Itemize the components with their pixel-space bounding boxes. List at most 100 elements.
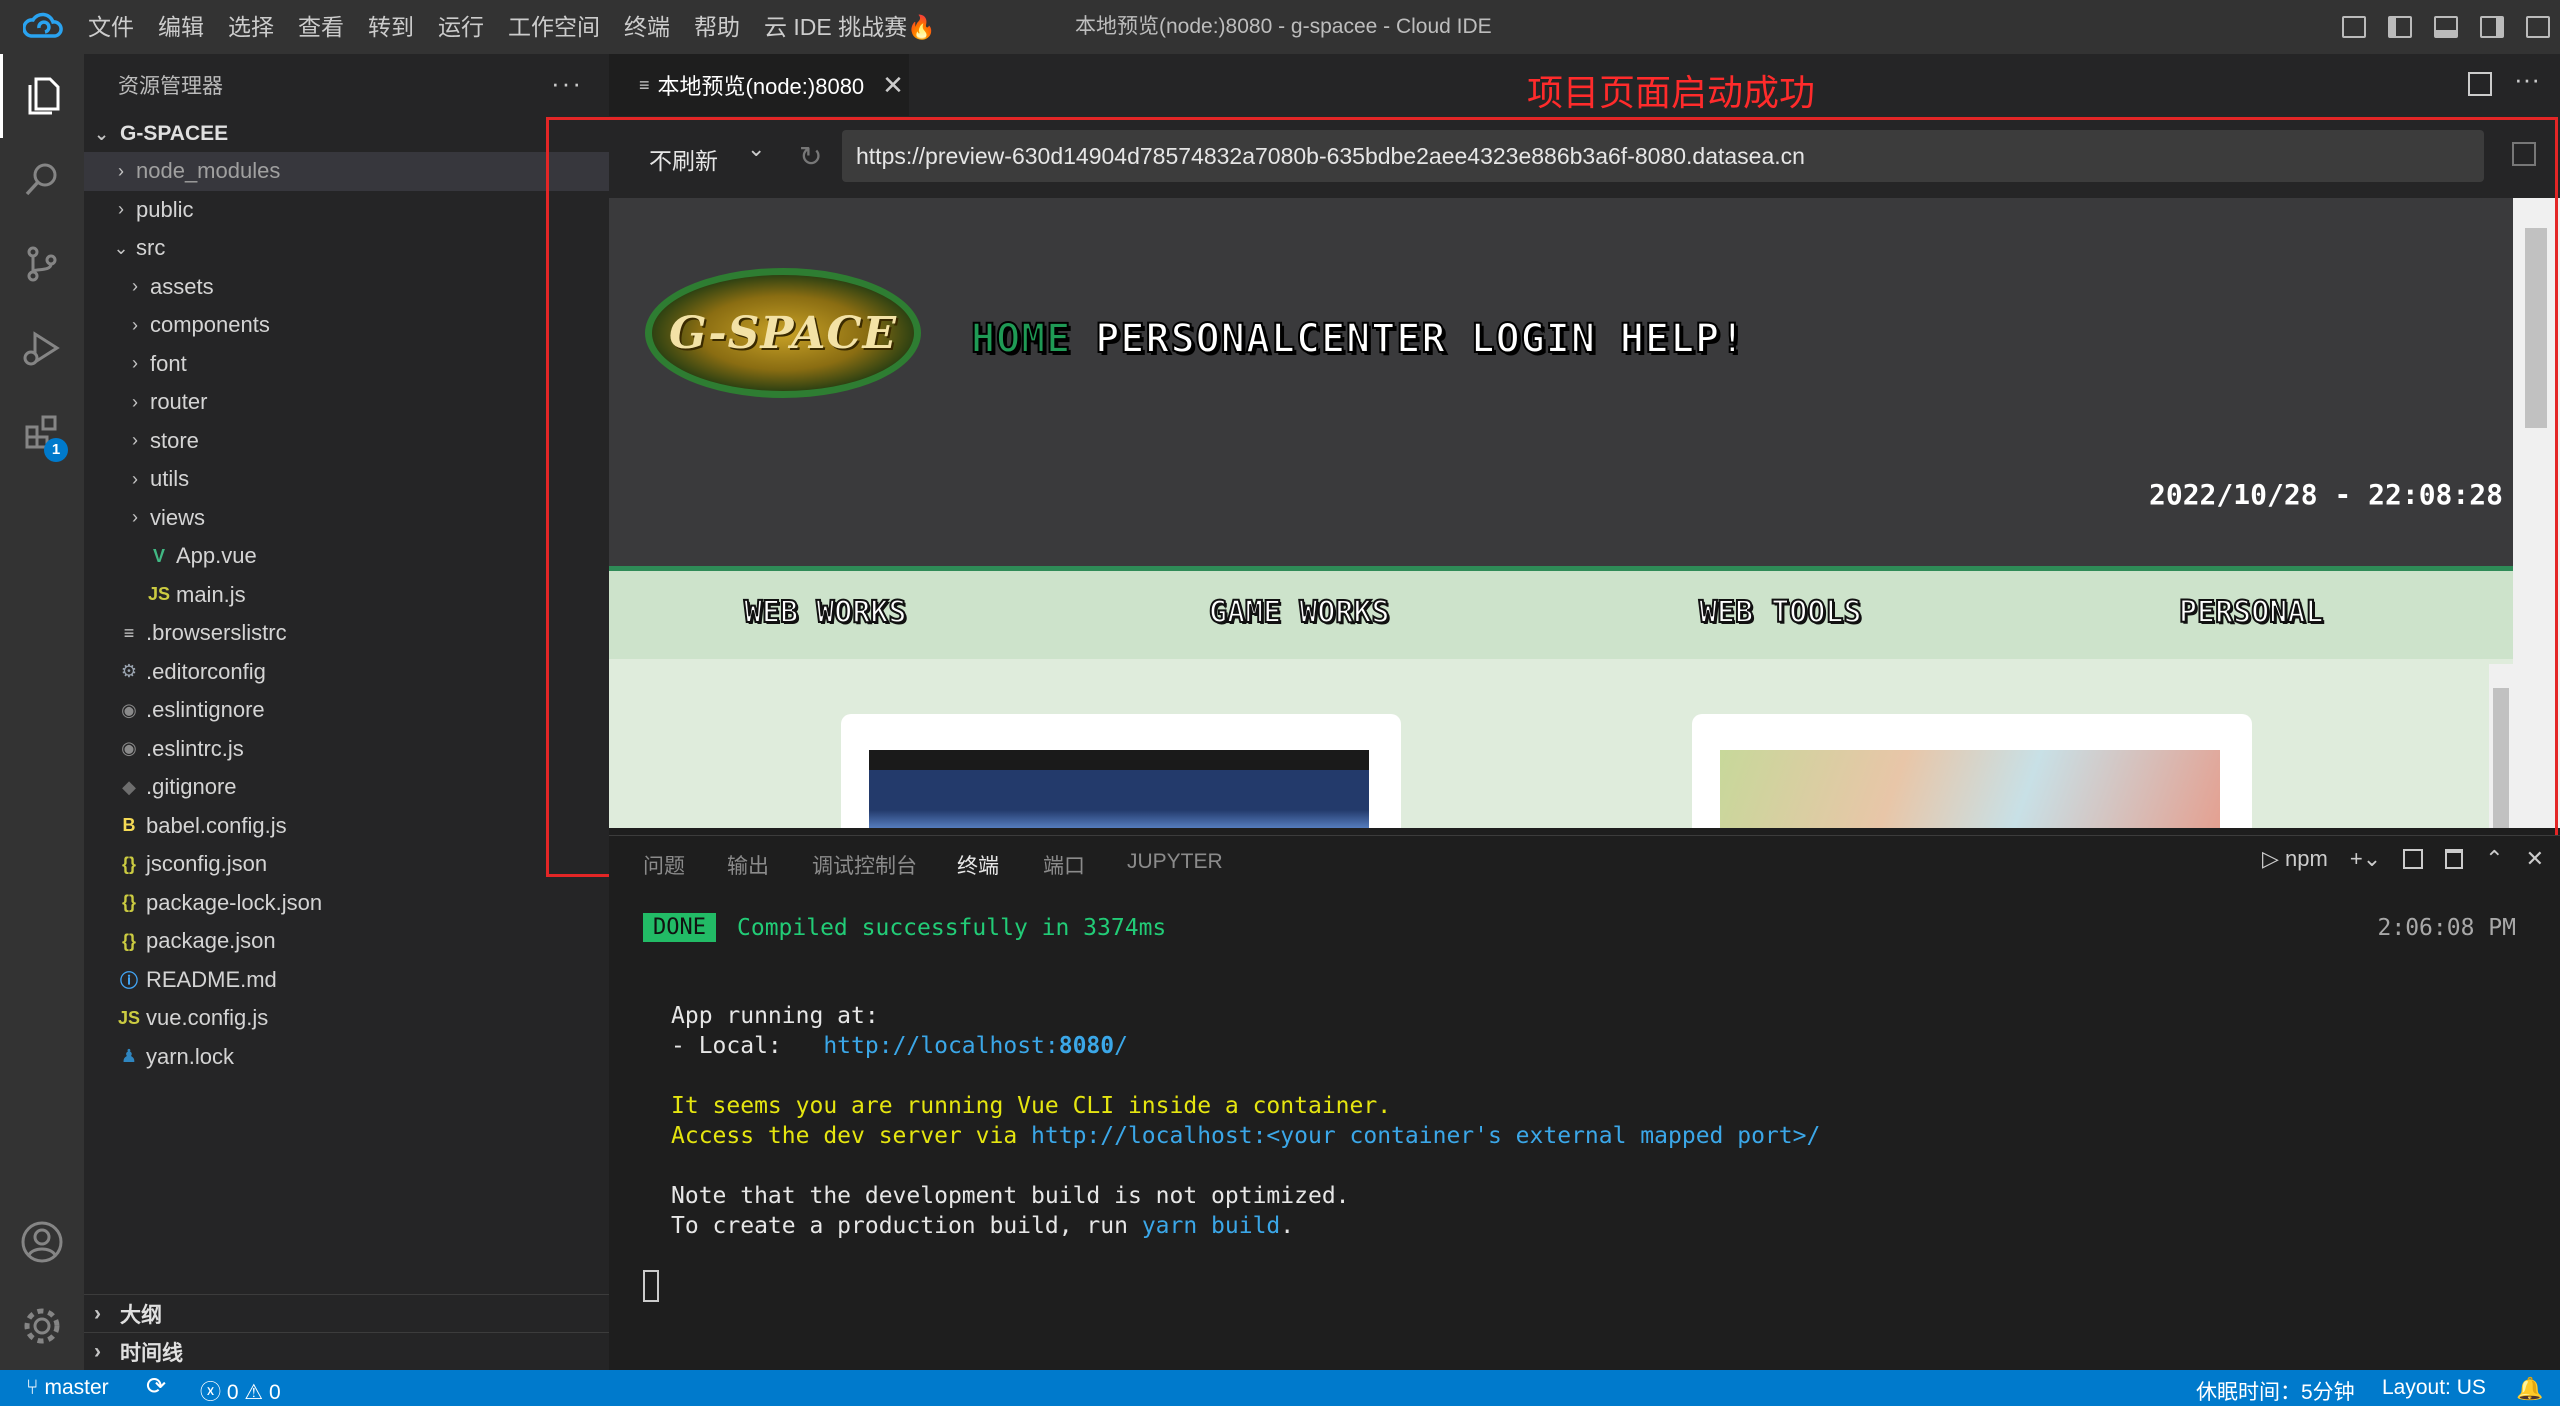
- terminal[interactable]: DONE Compiled successfully in 3374ms 2:0…: [609, 885, 2560, 1370]
- inner-scrollbar[interactable]: [2489, 664, 2513, 828]
- menu-selection[interactable]: 选择: [216, 0, 286, 54]
- file-tree-item[interactable]: JS main.js: [84, 576, 609, 615]
- file-tree-item[interactable]: ≡ .browserslistrc: [84, 614, 609, 653]
- new-terminal-icon[interactable]: +⌄: [2350, 846, 2381, 872]
- file-tree-item[interactable]: {} package-lock.json: [84, 884, 609, 923]
- tab-ports[interactable]: 端口: [1043, 850, 1085, 880]
- split-editor-icon[interactable]: [2468, 72, 2492, 96]
- file-tree-item[interactable]: › views: [84, 499, 609, 538]
- explorer-more-icon[interactable]: ···: [551, 68, 583, 99]
- search-icon[interactable]: [0, 138, 84, 222]
- file-tree-item[interactable]: › router: [84, 383, 609, 422]
- file-tree-item[interactable]: › font: [84, 345, 609, 384]
- cloud-ide-logo-icon[interactable]: [18, 0, 68, 54]
- maximize-panel-icon[interactable]: ⌃: [2485, 846, 2503, 872]
- local-url[interactable]: http://localhost:8080/: [823, 1033, 1128, 1059]
- category-web-tools[interactable]: WEB TOOLS: [1698, 594, 1863, 631]
- file-tree-item[interactable]: ◉ .eslintignore: [84, 691, 609, 730]
- notifications-bell-icon[interactable]: 🔔: [2516, 1376, 2543, 1402]
- split-terminal-icon[interactable]: [2403, 849, 2424, 869]
- trash-icon[interactable]: [2445, 849, 2464, 869]
- nav-home[interactable]: HOME: [970, 315, 1071, 363]
- settings-gear-icon[interactable]: [0, 1284, 84, 1368]
- timeline-section[interactable]: › 时间线: [84, 1332, 609, 1370]
- menu-challenge[interactable]: 云 IDE 挑战赛🔥: [752, 0, 948, 54]
- file-tree-item[interactable]: JS vue.config.js: [84, 999, 609, 1038]
- idle-time[interactable]: 休眠时间：5分钟: [2196, 1376, 2355, 1406]
- editor-more-icon[interactable]: ···: [2514, 64, 2540, 95]
- preview-scrollbar[interactable]: [2513, 198, 2560, 828]
- toggle-panel-icon[interactable]: [2434, 16, 2458, 38]
- menu-edit[interactable]: 编辑: [146, 0, 216, 54]
- reload-icon[interactable]: ↻: [799, 140, 822, 173]
- refresh-mode-select[interactable]: 不刷新: [649, 142, 718, 176]
- nav-login[interactable]: LOGIN: [1469, 315, 1595, 363]
- file-tree-item[interactable]: › node_modules: [84, 152, 609, 191]
- outline-section[interactable]: › 大纲: [84, 1294, 609, 1332]
- tab-jupyter[interactable]: JUPYTER: [1127, 850, 1223, 874]
- file-tree-item[interactable]: › components: [84, 306, 609, 345]
- problems-indicator[interactable]: ⓧ 0 ⚠ 0: [200, 1376, 281, 1406]
- menu-file[interactable]: 文件: [76, 0, 146, 54]
- file-tree-item[interactable]: ⌄ src: [84, 229, 609, 268]
- url-input[interactable]: https://preview-630d14904d78574832a7080b…: [842, 130, 2484, 182]
- nav-personalcenter[interactable]: PERSONALCENTER: [1094, 315, 1446, 363]
- file-tree-item[interactable]: {} package.json: [84, 922, 609, 961]
- scrollbar-thumb[interactable]: [2525, 228, 2547, 428]
- branch-indicator[interactable]: ⑂ master: [26, 1376, 109, 1400]
- source-control-icon[interactable]: [0, 222, 84, 306]
- nav-help[interactable]: HELP!: [1619, 315, 1745, 363]
- menu-go[interactable]: 转到: [356, 0, 426, 54]
- explorer-icon[interactable]: [0, 54, 84, 138]
- file-tree-item[interactable]: {} jsconfig.json: [84, 845, 609, 884]
- file-tree-item[interactable]: ⚙ .editorconfig: [84, 653, 609, 692]
- category-game-works[interactable]: GAME WORKS: [1208, 594, 1391, 631]
- category-personal[interactable]: PERSONAL: [2178, 594, 2324, 631]
- category-web-works[interactable]: WEB WORKS: [743, 594, 908, 631]
- work-card[interactable]: [841, 714, 1401, 828]
- access-url[interactable]: http://localhost:<your container's exter…: [1031, 1123, 1820, 1149]
- sync-icon[interactable]: ⟳: [146, 1372, 166, 1401]
- tab-debug-console[interactable]: 调试控制台: [812, 850, 917, 880]
- explorer-title: 资源管理器: [118, 75, 223, 98]
- file-tree-item[interactable]: › utils: [84, 460, 609, 499]
- file-tree-item[interactable]: › public: [84, 191, 609, 230]
- tab-output[interactable]: 输出: [727, 850, 769, 880]
- toggle-secondary-sidebar-icon[interactable]: [2480, 16, 2504, 38]
- tab-terminal[interactable]: 终端: [957, 850, 999, 888]
- tab-preview[interactable]: ≡ 本地预览(node:)8080 ✕: [609, 54, 909, 116]
- file-tree-item[interactable]: V App.vue: [84, 537, 609, 576]
- menu-terminal[interactable]: 终端: [612, 0, 682, 54]
- keyboard-layout[interactable]: Layout: US: [2382, 1376, 2486, 1400]
- close-panel-icon[interactable]: ✕: [2526, 846, 2544, 872]
- terminal-shell-select[interactable]: ▷ npm: [2262, 846, 2328, 872]
- menu-workspace[interactable]: 工作空间: [496, 0, 612, 54]
- layout-grid-icon[interactable]: [2526, 16, 2550, 38]
- works-grid: [609, 659, 2513, 828]
- scrollbar-thumb[interactable]: [2493, 688, 2509, 828]
- workspace-root[interactable]: ⌄ G-SPACEE: [84, 116, 609, 152]
- account-icon[interactable]: [0, 1200, 84, 1284]
- file-tree-item[interactable]: Bbabel.config.js: [84, 807, 609, 846]
- tab-problems[interactable]: 问题: [643, 850, 685, 880]
- file-tree-item[interactable]: ⓘ README.md: [84, 961, 609, 1000]
- file-tree-item[interactable]: › store: [84, 422, 609, 461]
- run-debug-icon[interactable]: [0, 306, 84, 390]
- open-external-icon[interactable]: [2512, 142, 2536, 166]
- menu-help[interactable]: 帮助: [682, 0, 752, 54]
- file-tree-item[interactable]: ◆ .gitignore: [84, 768, 609, 807]
- file-type-icon: ⓘ: [120, 970, 138, 991]
- customize-layout-icon[interactable]: [2342, 16, 2366, 38]
- toggle-primary-sidebar-icon[interactable]: [2388, 16, 2412, 38]
- file-tree-item[interactable]: ♟ yarn.lock: [84, 1038, 609, 1077]
- extensions-icon[interactable]: 1: [0, 390, 84, 474]
- file-tree-item[interactable]: ◉ .eslintrc.js: [84, 730, 609, 769]
- g-space-logo[interactable]: G-SPACE: [645, 268, 921, 398]
- work-card[interactable]: [1692, 714, 2252, 828]
- menu-run[interactable]: 运行: [426, 0, 496, 54]
- close-icon[interactable]: ✕: [882, 70, 904, 101]
- file-tree-item[interactable]: › assets: [84, 268, 609, 307]
- chevron-down-icon[interactable]: ⌄: [747, 136, 765, 162]
- timeline-label: 时间线: [120, 1341, 183, 1365]
- menu-view[interactable]: 查看: [286, 0, 356, 54]
